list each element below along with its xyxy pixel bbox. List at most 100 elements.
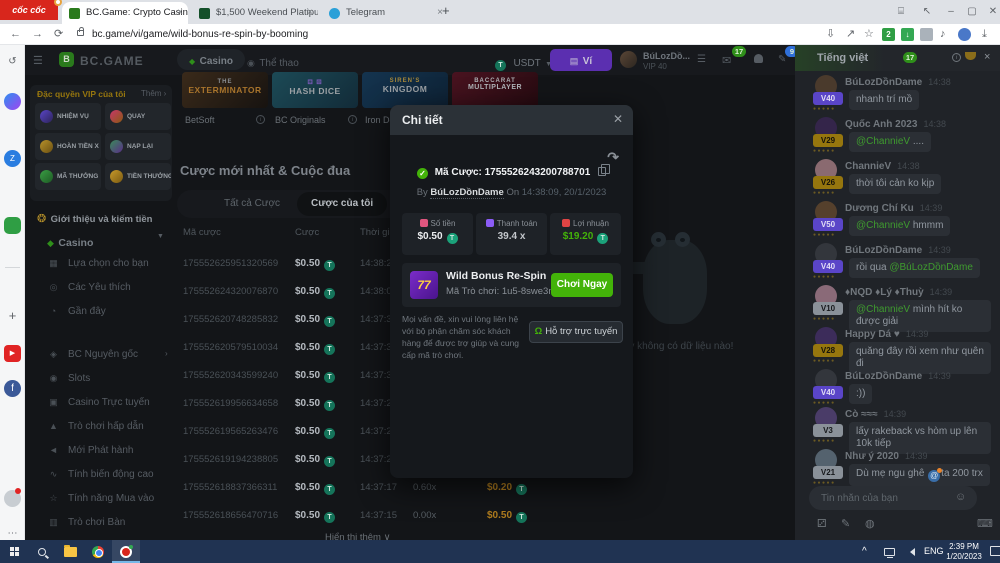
modal-close-icon[interactable]: ✕	[613, 112, 623, 126]
vip-tile-cashback[interactable]: HOÀN TIỀN X	[35, 133, 101, 160]
taskbar-clock[interactable]: 2:39 PM 1/20/2023	[940, 542, 988, 561]
sidebar-item-volatility[interactable]: ∿Tính biến động cao	[47, 469, 154, 480]
pen-icon[interactable]: ✎	[841, 517, 850, 530]
player-name[interactable]: BúLozDồnDame	[430, 187, 503, 199]
trophy-icon[interactable]	[965, 52, 976, 60]
downloads-icon[interactable]: ⤓	[982, 24, 987, 45]
back-icon[interactable]: ←	[10, 24, 21, 45]
chat-pen-icon[interactable]: ✎	[778, 54, 786, 65]
extension-icon[interactable]	[920, 28, 933, 41]
banner-sirens-kingdom[interactable]: SIREN'S KINGDOM	[362, 72, 448, 108]
add-shortcut-icon[interactable]: +	[4, 307, 21, 324]
gif-icon[interactable]: ◍	[865, 517, 875, 530]
history-icon[interactable]: ↺	[4, 53, 21, 70]
restore-button[interactable]: ▢	[961, 0, 983, 24]
coccoc-brand[interactable]: cốc cốc	[0, 0, 58, 20]
back-to-app-icon[interactable]: ↖	[916, 0, 938, 24]
messenger-icon[interactable]	[4, 93, 21, 110]
facebook-icon[interactable]: f	[4, 380, 21, 397]
bookmark-star-icon[interactable]: ☆	[864, 24, 874, 45]
banner-exterminator[interactable]: THE EXTERMINATOR	[182, 72, 268, 108]
tab-all-bets[interactable]: Tất cả Cược	[210, 192, 294, 216]
network-icon[interactable]	[884, 540, 895, 563]
start-button[interactable]	[0, 540, 28, 563]
vip-tile-reload[interactable]: NẠP LẠI	[105, 133, 171, 160]
sidebar-item-buy-feature[interactable]: ☆Tính năng Mua vào	[47, 493, 154, 504]
youtube-icon[interactable]: ▶	[4, 345, 21, 362]
bet-list-icon[interactable]: ☰	[697, 54, 706, 65]
vip-more-link[interactable]: Thêm ›	[141, 89, 166, 98]
volume-icon[interactable]	[906, 540, 915, 563]
media-control-icon[interactable]: ♪	[940, 24, 946, 45]
minimize-button[interactable]: –	[940, 0, 962, 24]
menu-hamburger-icon[interactable]: ☰	[33, 54, 43, 67]
tab-bcgame[interactable]: BC.Game: Crypto Casino Gan ×	[62, 2, 188, 24]
support-button[interactable]: ΩHỗ trợ trực tuyến	[529, 321, 623, 343]
chat-rules-icon[interactable]: ⌨	[977, 517, 993, 530]
info-icon[interactable]: i	[256, 115, 265, 124]
bet-row[interactable]: 175552618837366311$0.5014:37:170.60x$0.2…	[175, 474, 565, 502]
tab-my-bets[interactable]: Cược của tôi	[297, 192, 387, 216]
url-text[interactable]: bc.game/vi/game/wild-bonus-re-spin-by-bo…	[92, 24, 308, 45]
chat-close-icon[interactable]: ×	[984, 51, 990, 63]
vip-tile-bonus-code[interactable]: MÃ THƯỞNG	[35, 163, 101, 190]
sidebar-item-casino[interactable]: ◆ Casino ▼	[47, 233, 93, 251]
copy-icon[interactable]	[598, 167, 606, 176]
play-now-button[interactable]: Chơi Ngay	[551, 273, 613, 297]
game-thumbnail[interactable]: 77	[410, 271, 438, 299]
vip-tile-missions[interactable]: NHIỆM VỤ	[35, 103, 101, 130]
tab-search-icon[interactable]: ⌸	[890, 0, 912, 24]
chat-language[interactable]: Tiếng việt	[817, 52, 868, 64]
sidebar-item-live-casino[interactable]: ▣Casino Trực tuyến	[47, 397, 150, 408]
dice-icon[interactable]: ⚂	[817, 517, 827, 530]
nav-casino[interactable]: ◆ Casino	[177, 49, 245, 70]
bcgame-logo-text[interactable]: BC.GAME	[80, 54, 144, 68]
sidebar-item-picks[interactable]: ▦Lựa chọn cho bạn	[47, 258, 149, 269]
sidebar-item-bc-originals[interactable]: ◈BC Nguyên gốc›	[47, 349, 138, 360]
games-icon[interactable]	[4, 217, 21, 234]
emoji-icon[interactable]: ☺	[955, 491, 966, 503]
sidebar-item-new-releases[interactable]: ◄Mới Phát hành	[47, 445, 133, 456]
adblock-extension-icon[interactable]: 2	[882, 28, 895, 41]
vip-tile-spin[interactable]: QUAY	[105, 103, 171, 130]
new-tab-button[interactable]: +	[442, 3, 450, 18]
info-icon[interactable]: i	[348, 115, 357, 124]
vip-tile-bonus-money[interactable]: TIỀN THƯỞNG	[105, 163, 171, 190]
chat-input[interactable]	[809, 486, 977, 510]
sidebar-item-table-games[interactable]: ▥Trò chơi Bàn	[47, 517, 125, 528]
reload-icon[interactable]: ⟳	[54, 24, 63, 45]
user-avatar[interactable]	[620, 51, 637, 68]
username[interactable]: BúLozDồ...	[643, 51, 690, 61]
close-tab-icon[interactable]: ×	[307, 2, 313, 24]
show-more-button[interactable]: Hiển thị thêm ∨	[325, 532, 391, 540]
wallet-button[interactable]: ▤ Ví	[550, 49, 612, 71]
bcgame-logo-icon[interactable]: B	[59, 52, 74, 67]
sidebar-item-favorites[interactable]: ◎Các Yêu thích	[47, 282, 131, 293]
profile-avatar-icon[interactable]	[958, 28, 971, 41]
taskbar-search-icon[interactable]	[28, 540, 56, 563]
provider-betsoft[interactable]: BetSoft	[185, 115, 215, 125]
currency-selector[interactable]: USDT ▼	[495, 53, 552, 71]
file-explorer-icon[interactable]	[56, 540, 84, 563]
referral-link[interactable]: ❂ Giới thiệu và kiếm tiền	[37, 209, 152, 227]
bet-row[interactable]: 175552618656470716$0.5014:37:150.00x$0.5…	[175, 502, 565, 530]
bell-icon[interactable]	[754, 54, 763, 63]
chat-info-icon[interactable]: i	[952, 53, 961, 62]
coccoc-taskbar-icon[interactable]	[112, 540, 140, 563]
banner-baccarat[interactable]: BACCARAT MULTIPLAYER	[452, 72, 538, 108]
share-page-icon[interactable]: ↗	[846, 24, 855, 45]
sidebar-item-recent[interactable]: ◔Gần đây	[47, 306, 106, 317]
chrome-icon[interactable]	[84, 540, 112, 563]
idm-extension-icon[interactable]: ↓	[901, 28, 914, 41]
provider-bc-originals[interactable]: BC Originals	[275, 115, 326, 125]
lock-icon[interactable]	[77, 30, 84, 36]
tray-hidden-icons[interactable]: ^	[862, 540, 867, 563]
sidebar-item-slots[interactable]: ◉Slots	[47, 373, 90, 384]
nav-sports[interactable]: ◉ Thể thao	[247, 53, 299, 71]
chevron-right-icon[interactable]: ›	[863, 53, 866, 63]
save-page-icon[interactable]: ⇩	[826, 24, 835, 45]
tab-telegram[interactable]: Telegram ×	[322, 2, 448, 24]
mail-icon[interactable]: ✉	[722, 54, 731, 67]
close-tab-icon[interactable]: ×	[177, 2, 183, 24]
zalo-icon[interactable]: Z	[4, 150, 21, 167]
